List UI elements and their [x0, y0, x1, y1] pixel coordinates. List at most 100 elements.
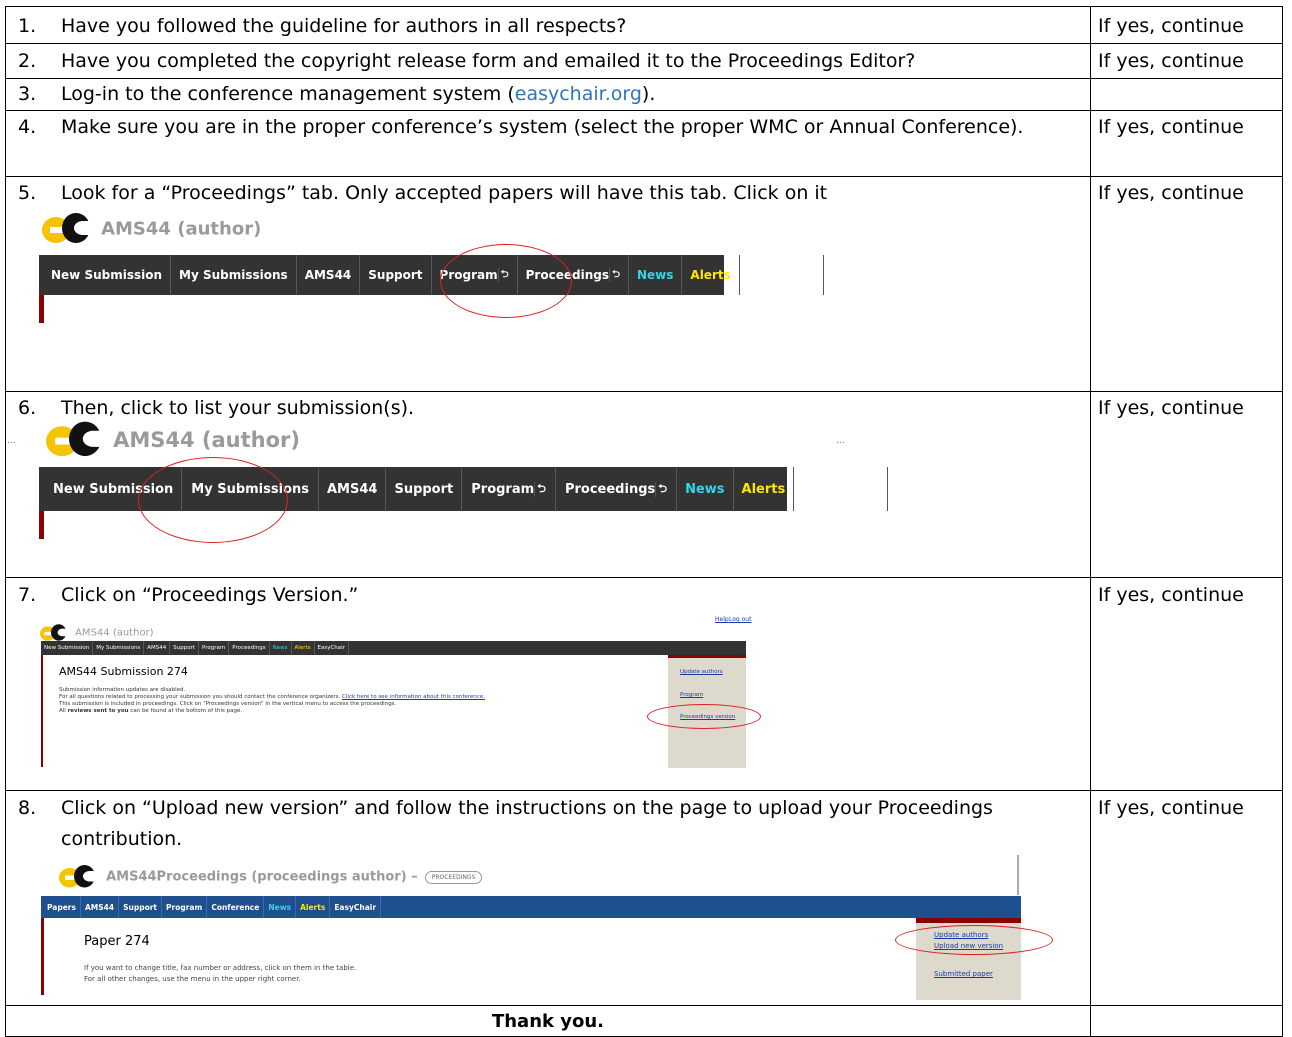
dropdown-icon: ⮌: [658, 481, 668, 495]
nav-ams44[interactable]: AMS44: [81, 896, 120, 918]
highlight-circle: [895, 925, 1053, 955]
nav-program[interactable]: Program ⮌: [462, 467, 556, 511]
nav-new-submission[interactable]: New Submission: [41, 641, 94, 655]
nav-bar: New Submission My Submissions AMS44 Supp…: [41, 641, 746, 655]
step-condition: If yes, continue: [1098, 15, 1244, 37]
nav-news[interactable]: News: [629, 255, 683, 295]
nav-alerts[interactable]: Alerts: [734, 467, 795, 511]
highlight-circle: [440, 244, 572, 318]
table-row: 1. Have you followed the guideline for au…: [5, 6, 1283, 44]
table-row: 8. Click on “Upload new version” and foll…: [5, 790, 1283, 1006]
nav-support[interactable]: Support: [386, 467, 463, 511]
nav-ams44[interactable]: AMS44: [319, 467, 387, 511]
step-number: 7.: [18, 584, 37, 606]
nav-new-submission[interactable]: New Submission: [39, 255, 172, 295]
screenshot-proceedings-tab: AMS44 (author) New Submission My Submiss…: [6, 209, 1090, 389]
conference-title: AMS44 (author): [101, 218, 262, 240]
table-row: 7. Click on “Proceedings Version.” AMS44 …: [5, 577, 1283, 791]
nav-news[interactable]: News: [270, 641, 292, 655]
step-condition: If yes, continue: [1098, 50, 1244, 72]
step-condition: [1091, 79, 1282, 83]
nav-my-submissions[interactable]: My Submissions: [93, 641, 145, 655]
paper-heading: Paper 274: [84, 934, 150, 949]
step-condition: If yes, continue: [1098, 797, 1244, 819]
conference-info-link[interactable]: Click here to see information about this…: [342, 694, 485, 700]
nav-support[interactable]: Support: [170, 641, 200, 655]
help-link[interactable]: Help: [715, 616, 729, 623]
table-row: 6. Then, click to list your submission(s)…: [5, 391, 1283, 578]
red-bar: [39, 511, 44, 539]
nav-conference[interactable]: Conference: [207, 896, 265, 918]
screenshot-my-submissions: ... ... AMS44 (author) New Submission My…: [6, 421, 1090, 574]
highlight-circle: [138, 457, 288, 543]
nav-ams44[interactable]: AMS44: [144, 641, 171, 655]
conference-title: AMS44Proceedings (proceedings author) –: [106, 869, 418, 885]
nav-proceedings[interactable]: Proceedings ⮌: [556, 467, 678, 511]
dropdown-icon: ⮌: [611, 268, 620, 280]
nav-easychair[interactable]: EasyChair: [740, 255, 824, 295]
nav-bar: New Submission My Submissions AMS44 Supp…: [39, 255, 824, 295]
logout-link[interactable]: Log out: [729, 616, 751, 623]
nav-papers[interactable]: Papers: [41, 896, 81, 918]
step-text: Have you followed the guideline for auth…: [61, 15, 627, 37]
proceedings-badge: PROCEEDINGS: [424, 870, 483, 884]
nav-news[interactable]: News: [264, 896, 297, 918]
menu-submitted-paper[interactable]: Submitted paper: [934, 970, 993, 978]
nav-easychair[interactable]: EasyChair: [330, 896, 382, 918]
step-number: 5.: [18, 182, 37, 204]
step-number: 3.: [18, 83, 37, 105]
step-number: 2.: [18, 50, 37, 72]
red-bar: [41, 918, 44, 995]
table-row: 4. Make sure you are in the proper confer…: [5, 110, 1283, 177]
nav-program[interactable]: Program: [199, 641, 230, 655]
red-bar: [39, 295, 44, 323]
divider: [1017, 855, 1019, 895]
nav-easychair[interactable]: EasyChair: [315, 641, 349, 655]
nav-program[interactable]: Program: [162, 896, 208, 918]
step-text: Click on “Upload new version” and follow…: [61, 797, 993, 850]
nav-ams44[interactable]: AMS44: [297, 255, 361, 295]
menu-program[interactable]: Program: [680, 692, 703, 698]
step-text: Log-in to the conference management syst…: [61, 83, 656, 105]
conference-title: AMS44 (author): [113, 428, 300, 452]
step-text: Then, click to list your submission(s).: [61, 397, 415, 419]
ellipsis: ...: [7, 436, 16, 446]
table-row: 3. Log-in to the conference management sy…: [5, 78, 1283, 111]
step-text: Make sure you are in the proper conferen…: [61, 116, 1024, 138]
table-row: 2. Have you completed the copyright relea…: [5, 43, 1283, 79]
step-condition: If yes, continue: [1098, 397, 1244, 419]
nav-news[interactable]: News: [677, 467, 734, 511]
conference-title: AMS44 (author): [75, 627, 154, 639]
easychair-logo: [42, 213, 96, 245]
nav-easychair[interactable]: EasyChair: [794, 467, 888, 511]
ellipsis: ...: [836, 436, 845, 446]
step-text: Look for a “Proceedings” tab. Only accep…: [61, 182, 828, 204]
nav-support[interactable]: Support: [360, 255, 432, 295]
nav-alerts[interactable]: Alerts: [292, 641, 315, 655]
easychair-link[interactable]: easychair.org: [515, 83, 642, 105]
step-text: Have you completed the copyright release…: [61, 50, 916, 72]
table-row: 5. Look for a “Proceedings” tab. Only acc…: [5, 176, 1283, 392]
screenshot-proceedings-version: AMS44 (author) Help Log out New Submissi…: [6, 611, 1090, 787]
checklist-table: 1. Have you followed the guideline for au…: [5, 6, 1283, 1037]
easychair-logo: [40, 624, 68, 642]
step-condition: If yes, continue: [1098, 182, 1244, 204]
submission-info: Submission information updates are disab…: [59, 687, 485, 714]
menu-update-authors[interactable]: Update authors: [680, 669, 723, 675]
nav-alerts[interactable]: Alerts: [296, 896, 331, 918]
nav-alerts[interactable]: Alerts: [682, 255, 740, 295]
easychair-logo: [59, 865, 97, 889]
screenshot-upload-new-version: AMS44Proceedings (proceedings author) – …: [6, 855, 1090, 1000]
step-number: 4.: [18, 116, 37, 138]
submission-heading: AMS44 Submission 274: [59, 665, 188, 678]
step-number: 6.: [18, 397, 37, 419]
step-text: Click on “Proceedings Version.”: [61, 584, 359, 606]
nav-support[interactable]: Support: [119, 896, 163, 918]
nav-proceedings[interactable]: Proceedings: [229, 641, 270, 655]
nav-my-submissions[interactable]: My Submissions: [171, 255, 297, 295]
nav-bar: Papers AMS44 Support Program Conference …: [41, 896, 1021, 918]
step-number: 1.: [18, 15, 37, 37]
step-number: 8.: [18, 797, 37, 819]
red-bar: [41, 655, 43, 767]
highlight-circle: [647, 704, 761, 729]
